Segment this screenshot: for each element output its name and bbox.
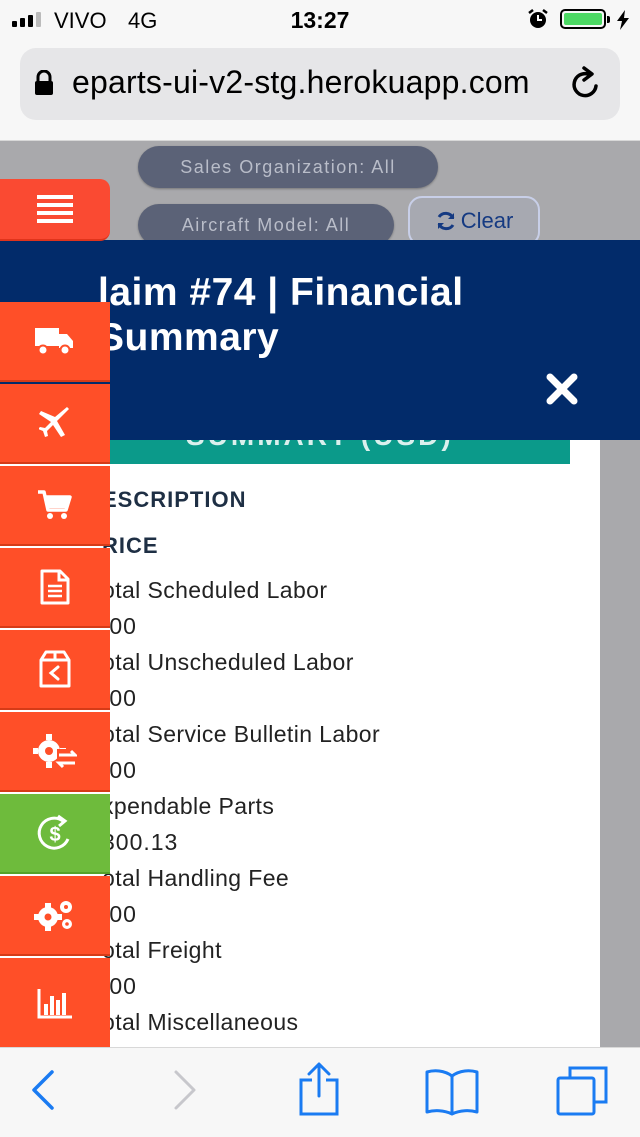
bar-chart-icon <box>37 988 72 1018</box>
sidebar-nav: $ <box>0 141 110 1047</box>
row-label: otal Miscellaneous <box>102 1009 299 1035</box>
dollar-cycle-icon: $ <box>37 814 70 850</box>
battery-icon <box>560 9 610 29</box>
truck-icon <box>35 328 73 356</box>
row-value: .00 <box>102 613 137 639</box>
price-header: RICE <box>102 533 159 558</box>
sidebar-item-shipments[interactable] <box>0 302 110 382</box>
row-label: otal Service Bulletin Labor <box>102 721 381 747</box>
browser-toolbar <box>0 1047 640 1137</box>
row-label: otal Scheduled Labor <box>102 577 328 603</box>
svg-text:$: $ <box>49 824 60 846</box>
table-row: xpendable Parts 300.13 <box>102 791 602 863</box>
gear-exchange-icon <box>33 734 77 769</box>
gears-icon <box>34 901 72 931</box>
row-value: .00 <box>102 901 137 927</box>
url-text[interactable]: eparts-ui-v2-stg.herokuapp.com <box>72 64 566 101</box>
url-field[interactable]: eparts-ui-v2-stg.herokuapp.com <box>20 48 620 120</box>
bookmarks-icon[interactable] <box>424 1068 480 1116</box>
row-label: xpendable Parts <box>102 793 275 819</box>
sidebar-item-exchange[interactable] <box>0 712 110 792</box>
table-row: otal Miscellaneous <box>102 1007 602 1043</box>
description-header: ESCRIPTION <box>102 487 247 512</box>
close-modal-button[interactable] <box>546 372 578 412</box>
row-label: otal Freight <box>102 937 222 963</box>
charging-bolt-icon <box>617 10 629 30</box>
row-value: .00 <box>102 757 137 783</box>
back-icon[interactable] <box>30 1068 56 1112</box>
lock-icon <box>35 70 53 95</box>
modal-title: laim #74 | Financial Summary <box>98 271 464 359</box>
financial-summary-table: ESCRIPTION RICE otal Scheduled Labor .00… <box>102 483 602 1043</box>
alarm-clock-icon <box>528 9 548 28</box>
table-row: otal Service Bulletin Labor .00 <box>102 719 602 791</box>
sidebar-menu-toggle[interactable] <box>0 179 110 241</box>
sidebar-item-financial[interactable]: $ <box>0 794 110 874</box>
sidebar-item-cart[interactable] <box>0 466 110 546</box>
browser-address-area: eparts-ui-v2-stg.herokuapp.com <box>0 40 640 141</box>
web-page: Sales Organization: All Aircraft Model: … <box>0 141 640 1047</box>
summary-section-title: SUMMARY (USD) <box>186 440 454 452</box>
close-icon <box>546 373 578 405</box>
row-label: otal Handling Fee <box>102 865 290 891</box>
airplane-icon <box>39 407 69 437</box>
hamburger-menu-icon <box>37 195 73 223</box>
status-bar: VIVO 4G 13:27 <box>0 0 640 40</box>
sidebar-item-flights[interactable] <box>0 384 110 464</box>
clear-label: Clear <box>460 208 514 233</box>
reload-icon[interactable] <box>569 65 603 101</box>
clear-filters-button[interactable]: Clear <box>408 196 540 246</box>
refresh-icon <box>437 211 455 231</box>
table-row: otal Handling Fee .00 <box>102 863 602 935</box>
tabs-icon[interactable] <box>556 1066 608 1116</box>
share-icon[interactable] <box>298 1062 340 1116</box>
sidebar-item-returns[interactable] <box>0 630 110 710</box>
sidebar-item-reports[interactable] <box>0 958 110 1047</box>
return-box-icon <box>39 650 71 688</box>
table-row: otal Freight .00 <box>102 935 602 1007</box>
row-value: 300.13 <box>102 829 179 855</box>
document-icon <box>40 569 70 605</box>
row-value: .00 <box>102 685 137 711</box>
forward-icon[interactable] <box>172 1068 198 1112</box>
row-value: .00 <box>102 973 137 999</box>
table-row: otal Scheduled Labor .00 <box>102 575 602 647</box>
shopping-cart-icon <box>38 490 72 519</box>
table-row: otal Unscheduled Labor .00 <box>102 647 602 719</box>
row-label: otal Unscheduled Labor <box>102 649 354 675</box>
sidebar-item-settings[interactable] <box>0 876 110 956</box>
sidebar-item-documents[interactable] <box>0 548 110 628</box>
sales-organization-filter[interactable]: Sales Organization: All <box>138 146 438 188</box>
